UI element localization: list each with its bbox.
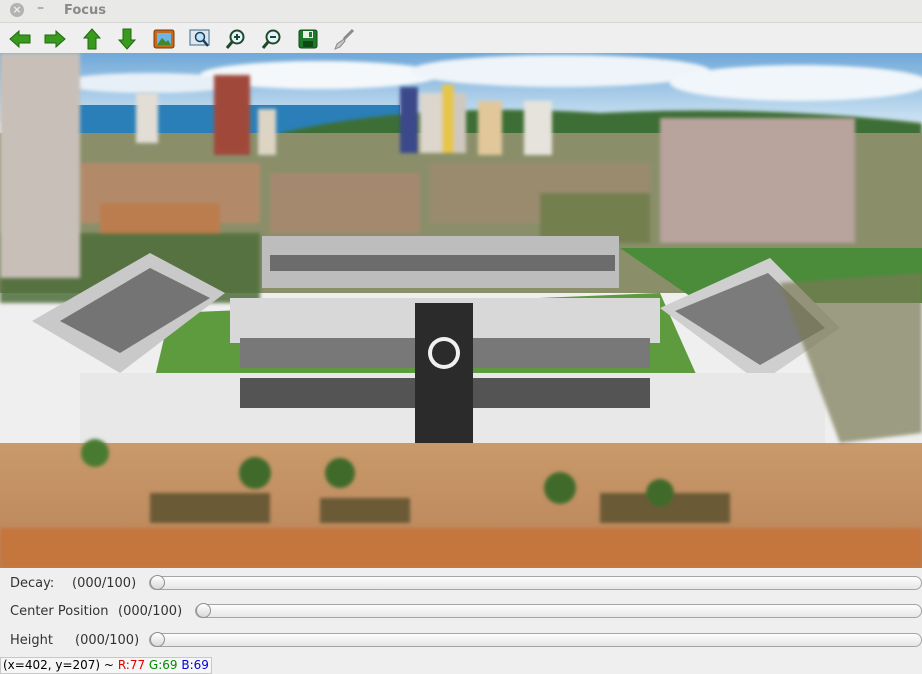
window-title: Focus — [64, 3, 106, 18]
height-trackbar-row: Height (000/100) — [0, 627, 922, 655]
pan-left-button[interactable] — [7, 26, 33, 52]
zoom-out-icon — [261, 29, 281, 49]
stadium-photo — [0, 53, 922, 568]
decay-value: (000/100) — [72, 576, 137, 591]
arrow-down-icon — [117, 28, 137, 50]
save-button[interactable] — [295, 26, 321, 52]
fit-image-button[interactable] — [151, 26, 177, 52]
arrow-right-icon — [44, 29, 66, 49]
decay-trackbar-row: Decay: (000/100) — [0, 570, 922, 598]
center-position-trackbar-row: Center Position (000/100) — [0, 598, 922, 626]
blue-value: B:69 — [181, 658, 209, 672]
decay-label: Decay: — [10, 576, 55, 591]
green-value: G:69 — [148, 658, 178, 672]
cursor-coordinates: (x=402, y=207) ~ — [3, 658, 114, 672]
center-position-slider-thumb[interactable] — [196, 603, 211, 618]
center-position-label: Center Position — [10, 604, 109, 619]
properties-button[interactable] — [331, 26, 357, 52]
brush-icon — [334, 28, 355, 50]
center-position-value: (000/100) — [118, 604, 183, 619]
zoom-in-button[interactable] — [223, 26, 249, 52]
decay-slider-thumb[interactable] — [150, 575, 165, 590]
center-position-slider[interactable] — [195, 603, 922, 618]
pan-right-button[interactable] — [42, 26, 68, 52]
minimize-icon[interactable]: – — [37, 0, 44, 16]
picture-icon — [153, 29, 175, 49]
close-icon[interactable]: × — [10, 3, 24, 17]
pan-up-button[interactable] — [79, 26, 105, 52]
toolbar — [0, 23, 922, 53]
title-bar: × – Focus — [0, 0, 922, 23]
decay-slider[interactable] — [149, 575, 922, 590]
status-bar: (x=402, y=207) ~ R:77 G:69 B:69 — [0, 657, 922, 674]
zoom-region-button[interactable] — [187, 26, 213, 52]
height-value: (000/100) — [75, 633, 140, 648]
zoom-out-button[interactable] — [259, 26, 285, 52]
zoom-region-icon — [189, 29, 210, 47]
height-slider-thumb[interactable] — [150, 632, 165, 647]
arrow-left-icon — [9, 29, 31, 49]
zoom-in-icon — [225, 29, 245, 49]
red-value: R:77 — [117, 658, 146, 672]
image-canvas[interactable] — [0, 53, 922, 568]
save-icon — [298, 29, 318, 49]
pan-down-button[interactable] — [114, 26, 140, 52]
height-label: Height — [10, 633, 53, 648]
arrow-up-icon — [82, 28, 102, 50]
height-slider[interactable] — [149, 632, 922, 647]
pixel-info: (x=402, y=207) ~ R:77 G:69 B:69 — [0, 657, 212, 674]
